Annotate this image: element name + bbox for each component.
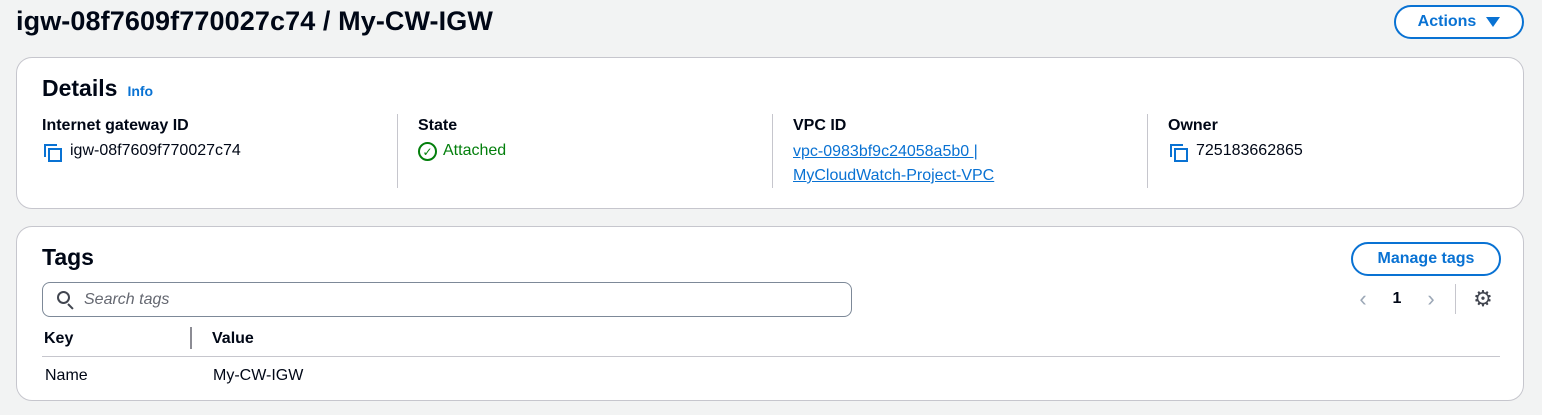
copy-icon[interactable] [42,142,64,164]
details-header: Details Info [42,75,153,102]
pager-divider [1455,284,1456,314]
tags-header: Tags [42,244,94,271]
details-card: Details Info Internet gateway ID igw-08f… [16,57,1524,209]
actions-label: Actions [1417,13,1477,30]
state-value: ✓ Attached [418,142,772,161]
info-link[interactable]: Info [127,83,153,99]
detail-value: 725183662865 [1168,142,1517,164]
search-icon [57,291,74,310]
detail-internet-gateway-id: Internet gateway ID igw-08f7609f770027c7… [42,114,397,188]
tag-key-cell: Name [45,367,88,384]
detail-vpc-id: VPC ID vpc-0983bf9c24058a5b0 | MyCloudWa… [772,114,1147,188]
vpc-link-line1[interactable]: vpc-0983bf9c24058a5b0 | [793,143,978,160]
column-header-key[interactable]: Key [44,330,73,348]
table-row: Name My-CW-IGW [42,365,1500,391]
copy-icon[interactable] [1168,142,1190,164]
vpc-link-line2[interactable]: MyCloudWatch-Project-VPC [793,167,994,184]
pagination: ‹ 1 › [1347,283,1447,315]
manage-tags-button[interactable]: Manage tags [1351,242,1501,276]
owner-value: 725183662865 [1196,142,1303,159]
actions-button[interactable]: Actions [1394,5,1524,39]
detail-owner: Owner 725183662865 [1147,114,1517,188]
detail-value: igw-08f7609f770027c74 [42,142,397,164]
details-title: Details [42,75,118,101]
tags-title: Tags [42,244,94,270]
detail-label: Owner [1168,117,1218,134]
detail-label: State [418,117,458,134]
chevron-left-icon[interactable]: ‹ [1347,286,1379,312]
page-title: igw-08f7609f770027c74 / My-CW-IGW [16,6,493,36]
search-tags-field[interactable] [42,282,852,317]
page: igw-08f7609f770027c74 / My-CW-IGW Action… [0,0,1542,415]
column-header-value[interactable]: Value [212,330,254,348]
gear-icon[interactable]: ⚙ [1472,288,1494,310]
tags-card: Tags Manage tags ‹ 1 › ⚙ Key Value Name … [16,226,1524,401]
gateway-id-value: igw-08f7609f770027c74 [70,142,241,159]
table-header: Key Value [42,327,1500,357]
detail-state: State ✓ Attached [397,114,772,188]
check-circle-icon: ✓ [418,142,437,161]
chevron-right-icon[interactable]: › [1415,286,1447,312]
detail-label: Internet gateway ID [42,117,189,134]
caret-down-icon [1486,17,1501,27]
search-input[interactable] [84,290,804,309]
tag-value-cell: My-CW-IGW [213,367,304,384]
vpc-link-group: vpc-0983bf9c24058a5b0 | MyCloudWatch-Pro… [793,140,1147,188]
page-number[interactable]: 1 [1379,290,1415,308]
detail-label: VPC ID [793,117,847,134]
column-resizer[interactable] [190,327,192,349]
state-text: Attached [443,142,507,159]
